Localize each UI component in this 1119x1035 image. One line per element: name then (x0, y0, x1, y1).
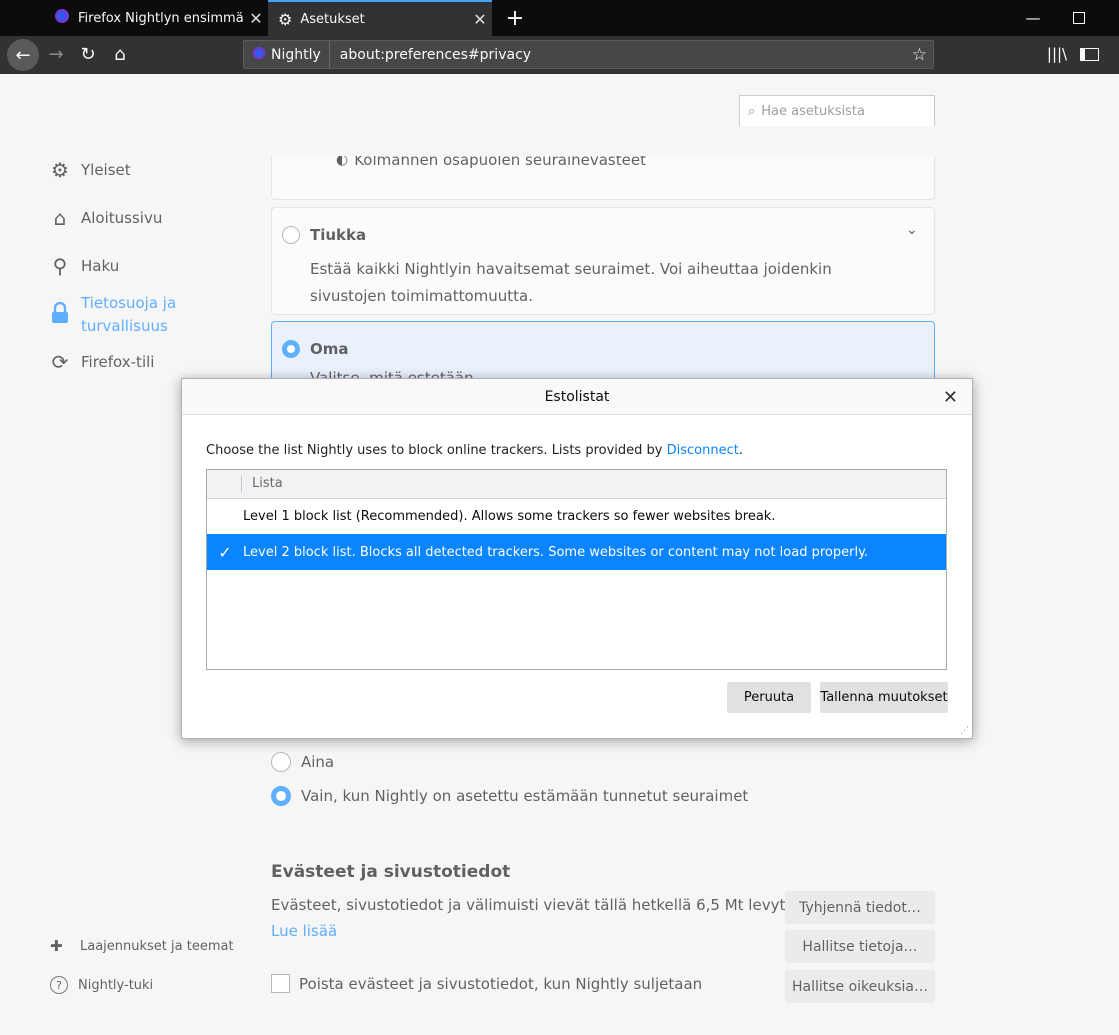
block-list-row-level1[interactable]: Level 1 block list (Recommended). Allows… (207, 498, 946, 534)
tab-nightly-first-run[interactable]: Firefox Nightlyn ensimmäisen k ✕ (44, 0, 268, 36)
forward-button[interactable]: → (40, 38, 72, 70)
close-tab-icon[interactable]: ✕ (244, 9, 268, 28)
resize-grip-icon[interactable]: ⋰ (960, 726, 969, 736)
star-bookmark-icon[interactable]: ☆ (912, 45, 933, 65)
library-icon[interactable]: |||\ (1041, 38, 1073, 70)
block-list-row-level2[interactable]: ✓ Level 2 block list. Blocks all detecte… (207, 534, 946, 570)
list-item-label: Level 1 block list (Recommended). Allows… (243, 508, 776, 524)
list-item-label: Level 2 block list. Blocks all detected … (243, 544, 869, 560)
back-button[interactable]: ← (7, 39, 39, 71)
checkmark-icon: ✓ (218, 542, 232, 562)
url-text[interactable]: about:preferences#privacy (330, 47, 912, 63)
site-identity[interactable]: Nightly (244, 41, 330, 68)
disconnect-link[interactable]: Disconnect (667, 443, 739, 458)
home-button[interactable]: ⌂ (104, 38, 136, 70)
save-changes-button[interactable]: Tallenna muutokset (820, 682, 948, 713)
gear-icon: ⚙ (278, 9, 293, 29)
arrow-left-icon: ← (15, 44, 31, 66)
tree-header: Lista (207, 470, 946, 499)
identity-label: Nightly (271, 46, 321, 63)
block-list-tree[interactable]: Lista Level 1 block list (Recommended). … (206, 469, 947, 670)
tab-title: Asetukset (300, 11, 365, 27)
tab-settings[interactable]: ⚙ Asetukset ✕ (268, 0, 492, 36)
intro-end: . (738, 443, 743, 458)
minimize-window-icon[interactable]: — (1010, 0, 1056, 36)
column-header-list[interactable]: Lista (252, 476, 283, 491)
reload-button[interactable]: ↻ (72, 38, 104, 70)
close-dialog-icon[interactable]: ✕ (943, 387, 958, 408)
intro-text: Choose the list Nightly uses to block on… (206, 443, 663, 458)
new-tab-button[interactable]: + (492, 0, 538, 36)
dialog-title: Estolistat (544, 388, 610, 405)
close-tab-icon[interactable]: ✕ (468, 10, 492, 29)
url-bar[interactable]: Nightly about:preferences#privacy ☆ (243, 40, 934, 69)
dialog-intro: Choose the list Nightly uses to block on… (206, 443, 743, 458)
firefox-nightly-icon (252, 46, 266, 64)
sidebar-toggle-icon[interactable] (1073, 38, 1105, 70)
cancel-button[interactable]: Peruuta (727, 682, 811, 713)
block-lists-dialog: Estolistat ✕ Choose the list Nightly use… (181, 378, 973, 739)
home-icon: ⌂ (114, 43, 126, 65)
firefox-nightly-icon (54, 8, 70, 28)
column-divider (241, 476, 242, 492)
tab-title: Firefox Nightlyn ensimmäisen k (78, 10, 244, 26)
arrow-right-icon: → (48, 43, 64, 65)
reload-icon: ↻ (80, 43, 96, 65)
dialog-titlebar: Estolistat (182, 379, 972, 415)
maximize-window-icon[interactable] (1056, 0, 1102, 36)
